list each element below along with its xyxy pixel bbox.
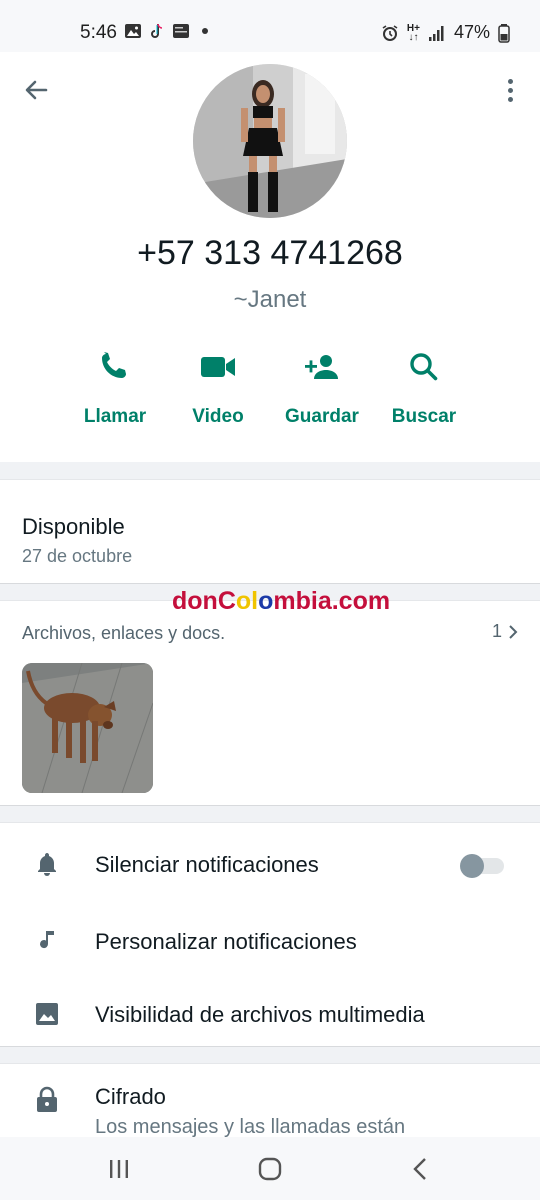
mute-notifications-label: Silenciar notificaciones [95,852,319,877]
custom-notifications-label: Personalizar notificaciones [95,929,357,954]
music-note-icon [40,931,54,949]
media-thumbnail[interactable] [22,663,153,793]
video-call-button[interactable]: Video [163,342,273,442]
about-text: Disponible [22,514,125,539]
network-type-label: H+ [406,22,420,34]
back-nav-icon[interactable] [407,1155,435,1183]
media-visibility-row[interactable]: Visibilidad de archivos multimedia [0,978,540,1044]
call-button[interactable]: Llamar [60,342,170,442]
battery-icon [498,23,510,43]
profile-photo-image [193,64,347,218]
call-label: Llamar [83,406,147,427]
search-button[interactable]: Buscar [369,342,479,442]
more-options-icon[interactable] [500,76,520,104]
status-time: 5:46 [80,22,117,43]
profile-photo[interactable] [193,64,347,218]
phone-icon [102,352,126,378]
custom-notifications-row[interactable]: Personalizar notificaciones [0,905,540,971]
watermark-part1: donC [172,587,236,615]
search-label: Buscar [391,406,457,427]
more-notifications-dot [202,28,208,34]
search-icon [410,353,438,381]
media-count[interactable]: 1 [492,621,518,642]
network-type: H+ ↓↑ [406,22,420,43]
watermark-part4: mbia.com [273,587,391,615]
watermark-part3: o [258,587,274,615]
action-buttons: Llamar Video Guardar Buscar [0,342,540,442]
about-date: 27 de octubre [22,546,133,566]
status-system-icons: H+ ↓↑ 47% [381,22,510,43]
alarm-icon [382,24,398,41]
mute-notifications-row[interactable]: Silenciar notificaciones [0,828,540,894]
mute-notifications-toggle[interactable] [460,854,504,878]
back-arrow-icon[interactable] [22,76,50,104]
watermark-part2: ol [235,587,259,615]
bell-icon [38,853,56,876]
watermark-logo: donColombia.com [172,587,390,616]
media-card: Archivos, enlaces y docs. 1 [0,600,540,806]
video-icon [201,357,235,377]
media-links-docs-title[interactable]: Archivos, enlaces y docs. [22,623,225,644]
dog-photo-thumbnail [22,663,153,793]
save-contact-button[interactable]: Guardar [267,342,377,442]
video-label: Video [192,406,244,427]
status-bar: 5:46 H+ ↓↑ 47% [0,0,540,52]
profile-card: +57 313 4741268 ~Janet Llamar Video Guar… [0,52,540,462]
chevron-right-icon [509,624,518,639]
add-contact-icon [305,355,338,379]
tiktok-notification-icon [151,23,163,38]
signal-icon [428,25,444,41]
lock-icon [37,1086,57,1112]
gallery-notification-icon [125,24,141,38]
encryption-title: Cifrado [95,1084,166,1109]
status-notification-icons [124,22,208,40]
app-notification-icon [173,24,189,38]
media-count-value: 1 [491,621,502,641]
notification-settings-card: Silenciar notificaciones Personalizar no… [0,822,540,1047]
about-card[interactable]: Disponible 27 de octubre [0,479,540,584]
image-icon [36,1003,58,1025]
media-visibility-label: Visibilidad de archivos multimedia [95,1002,425,1027]
encryption-subtitle: Los mensajes y las llamadas están [95,1116,406,1138]
home-icon[interactable] [256,1155,284,1183]
encryption-row[interactable]: Cifrado Los mensajes y las llamadas está… [0,1063,540,1138]
save-label: Guardar [285,406,359,427]
contact-push-name: ~Janet [233,286,307,313]
recent-apps-icon[interactable] [105,1155,133,1183]
contact-phone-number: +57 313 4741268 [137,234,403,272]
battery-percent: 47% [453,22,490,42]
system-navigation-bar [0,1137,540,1200]
